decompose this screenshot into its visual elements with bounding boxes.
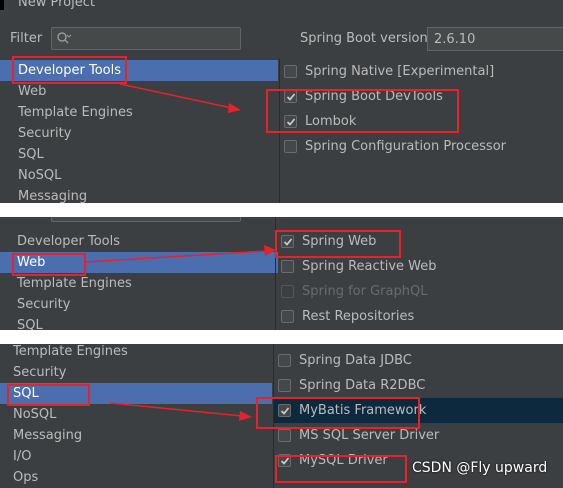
- arrow-icon: [119, 83, 241, 113]
- panel-web: Developer Tools Web Template Engines Sec…: [0, 217, 563, 330]
- panel-sql: Template Engines Security SQL NoSQL Mess…: [0, 344, 563, 488]
- panel-separator: [0, 330, 563, 344]
- watermark: CSDN @Fly upward: [412, 460, 548, 476]
- arrow-icon: [85, 245, 276, 263]
- panel-separator: [0, 203, 563, 217]
- panel-developer-tools: New Project Filter Spring Boot version 2…: [0, 0, 563, 203]
